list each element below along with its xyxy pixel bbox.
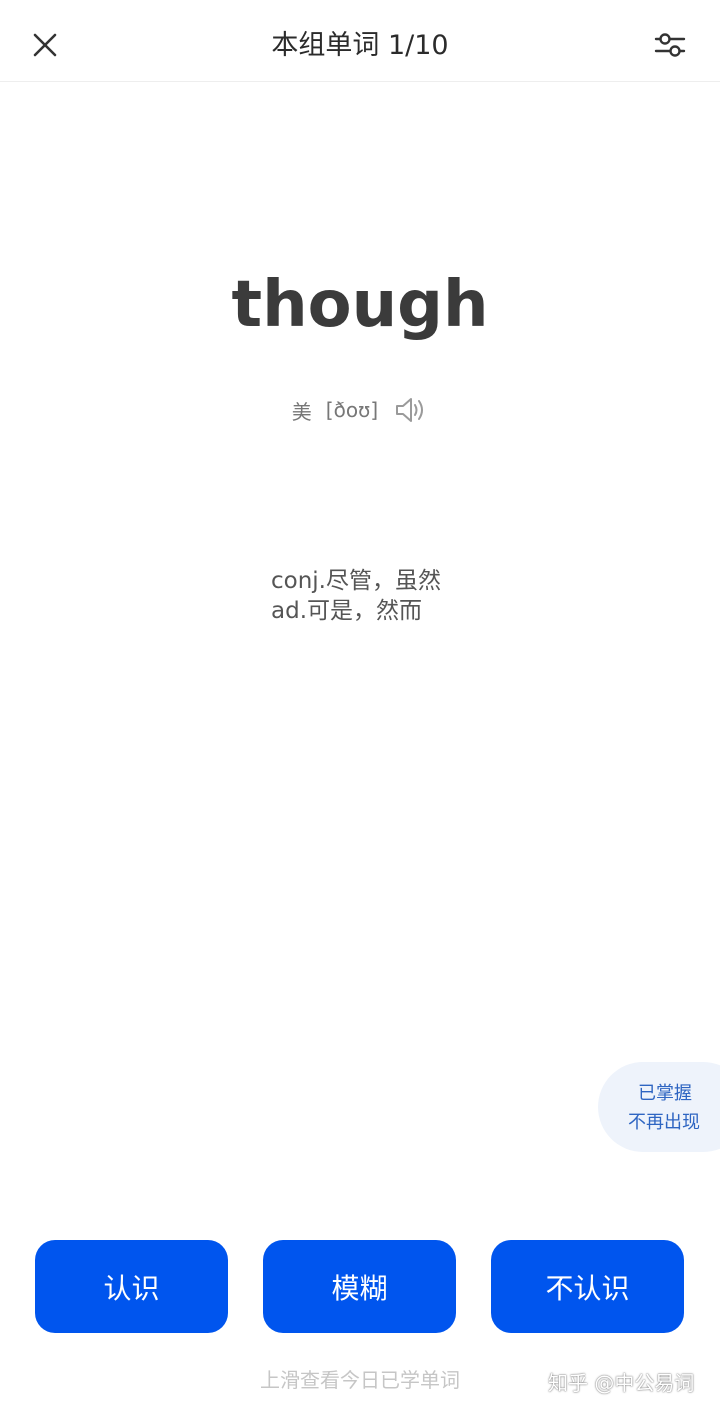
- know-button[interactable]: 认识: [35, 1240, 228, 1333]
- mark-mastered-button[interactable]: 已掌握 不再出现: [598, 1062, 720, 1152]
- pronunciation-row: 美 [ðoʊ]: [0, 392, 720, 428]
- mastered-label: 已掌握: [638, 1083, 692, 1104]
- sliders-icon: [654, 33, 686, 57]
- no-longer-show-label: 不再出现: [628, 1112, 700, 1133]
- top-bar: 本组单词 1/10: [0, 0, 720, 82]
- definition-line: conj.尽管，虽然: [271, 568, 441, 594]
- play-audio-button[interactable]: [394, 395, 428, 425]
- speaker-icon: [396, 398, 424, 422]
- dont-know-button[interactable]: 不认识: [491, 1240, 684, 1333]
- fuzzy-button[interactable]: 模糊: [263, 1240, 456, 1333]
- page-title: 本组单词 1/10: [271, 30, 449, 61]
- word-headword: though: [231, 268, 489, 342]
- watermark: 知乎 @中公易词: [548, 1371, 695, 1395]
- settings-button[interactable]: [648, 26, 692, 64]
- definition-line: ad.可是，然而: [271, 598, 423, 624]
- phonetic-transcription: [ðoʊ]: [325, 398, 379, 422]
- pronunciation-region: 美: [291, 399, 312, 424]
- definitions: conj.尽管，虽然 ad.可是，然而: [271, 566, 441, 626]
